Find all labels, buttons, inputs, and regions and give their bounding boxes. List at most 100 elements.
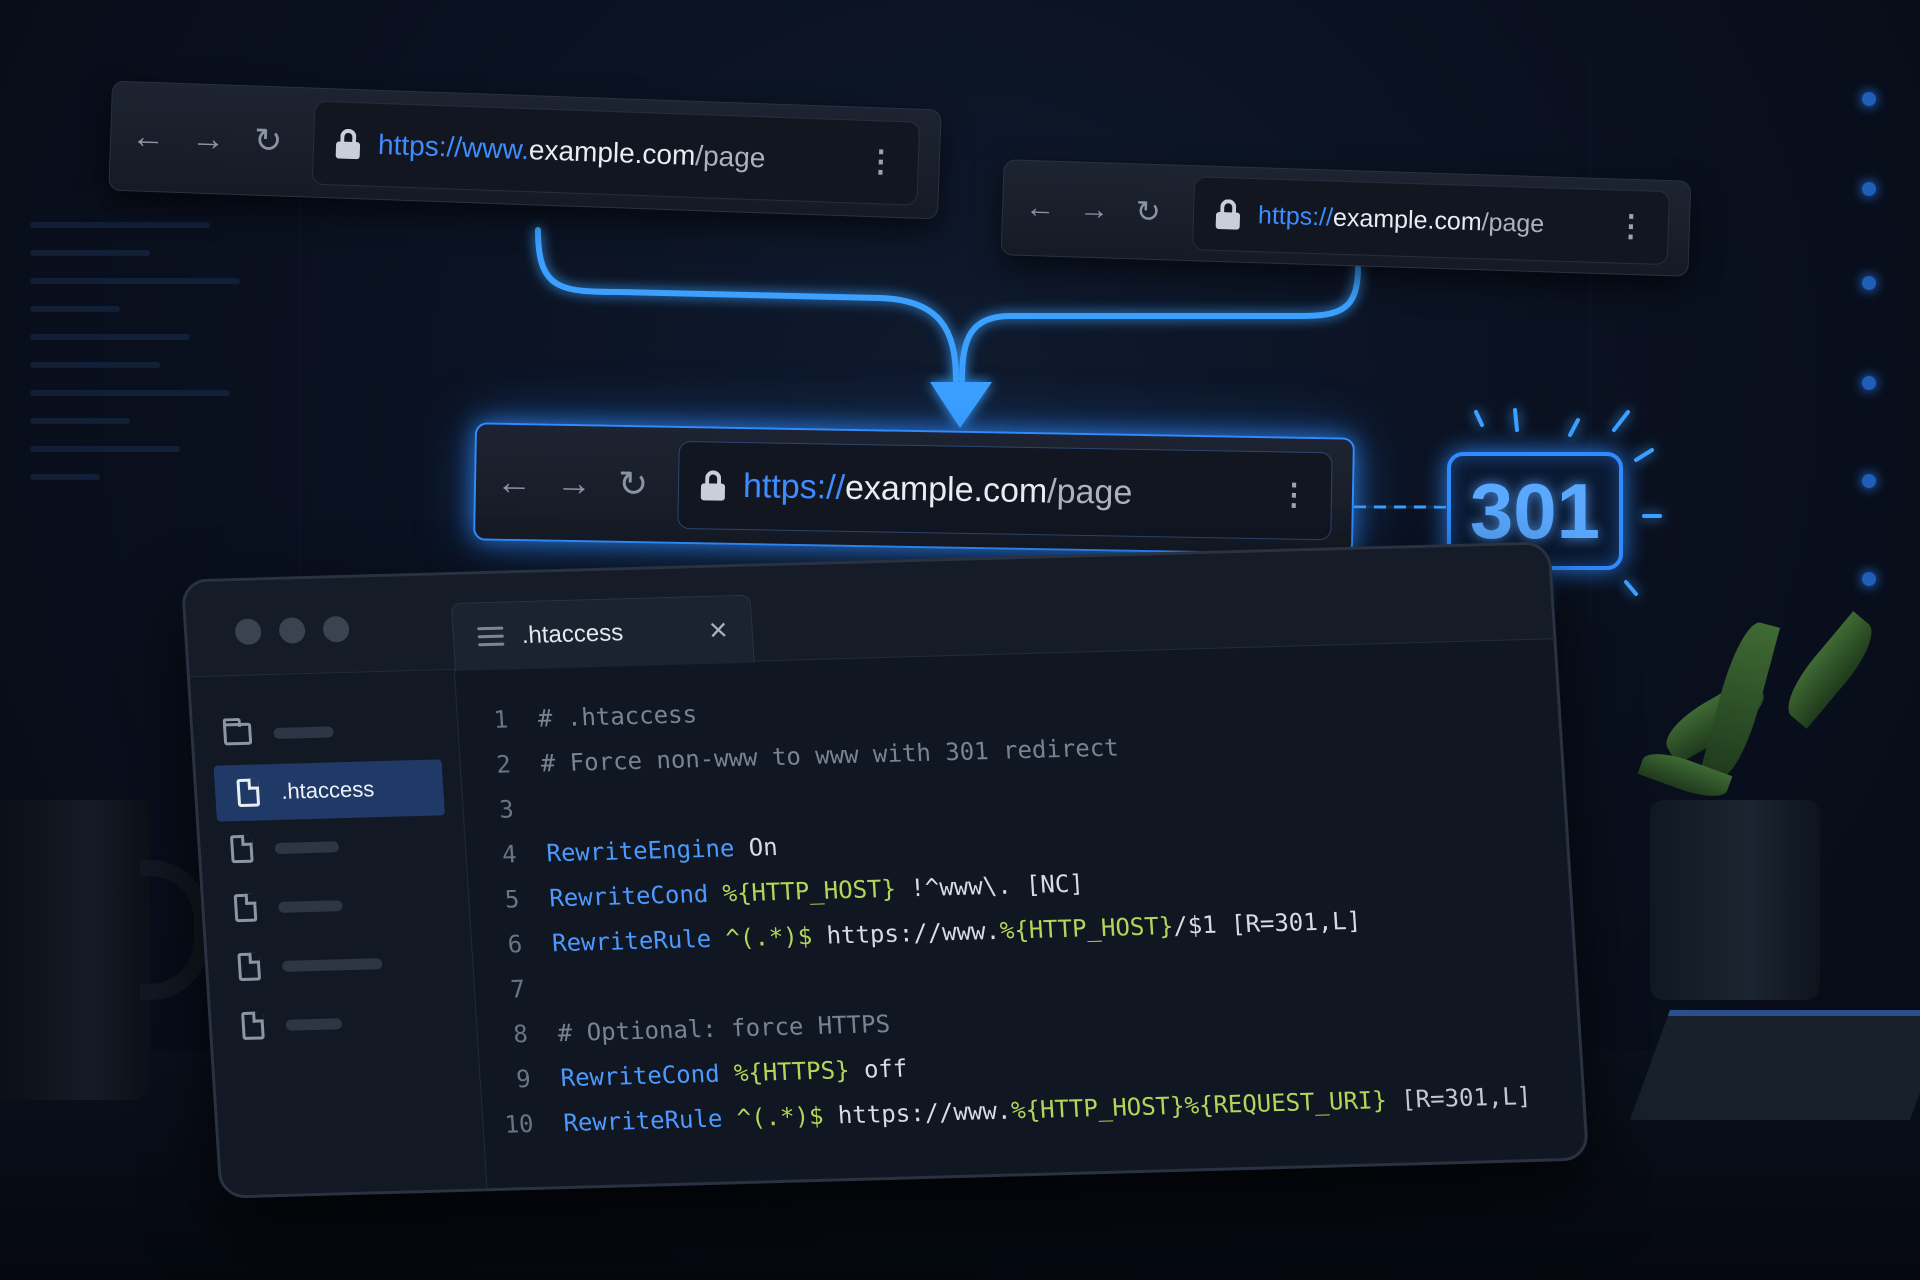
browser-bar-non-www: ← → ↻ https://example.com/page ⋮ xyxy=(1000,159,1692,277)
maximize-window-button[interactable] xyxy=(322,615,350,643)
close-window-button[interactable] xyxy=(234,618,262,646)
arrow-from-www xyxy=(535,227,959,383)
sidebar-item-htaccess[interactable]: .htaccess xyxy=(213,759,445,822)
background-code-panel xyxy=(0,200,300,640)
code-token-dir: RewriteCond xyxy=(559,1059,721,1092)
code-token-text: /$1 [R=301,L] xyxy=(1172,906,1362,940)
browser-bar-www: ← → ↻ https://www.example.com/page ⋮ xyxy=(108,80,942,220)
file-icon xyxy=(241,1011,265,1040)
code-token-comment: # Force non-www to www with 301 redirect xyxy=(539,732,1120,778)
line-number: 2 xyxy=(495,749,512,779)
code-token-comment: # .htaccess xyxy=(537,699,698,733)
back-icon[interactable]: ← xyxy=(131,117,166,157)
line-number: 5 xyxy=(503,884,521,914)
forward-icon[interactable]: → xyxy=(556,462,593,505)
line-number: 8 xyxy=(512,1019,529,1048)
line-text: RewriteEngine On xyxy=(546,833,779,867)
code-token-var: %{HTTP_HOST}%{REQUEST_URI} xyxy=(1010,1085,1388,1125)
glow-dot xyxy=(1862,92,1876,106)
more-icon[interactable]: ⋮ xyxy=(1615,209,1646,243)
glow-dot xyxy=(1862,276,1876,290)
glow-dot xyxy=(1862,376,1876,390)
line-text: # .htaccess xyxy=(537,700,698,732)
menu-icon xyxy=(477,622,505,652)
reload-icon[interactable]: ↻ xyxy=(250,120,285,161)
address-bar[interactable]: https://example.com/page ⋮ xyxy=(677,440,1333,541)
back-icon[interactable]: ← xyxy=(496,461,533,504)
arrow-from-non-www xyxy=(959,265,1361,383)
address-bar[interactable]: https://example.com/page ⋮ xyxy=(1191,176,1670,265)
line-text: # Optional: force HTTPS xyxy=(557,1009,891,1046)
placeholder-label xyxy=(274,840,340,854)
coffee-mug xyxy=(0,800,150,1100)
placeholder-label xyxy=(285,1017,343,1031)
code-token-var: %{HTTPS} xyxy=(718,1055,851,1088)
file-icon xyxy=(236,778,261,808)
code-token-dir: RewriteRule xyxy=(562,1104,724,1137)
tab-htaccess[interactable]: .htaccess × xyxy=(450,594,755,671)
back-icon[interactable]: ← xyxy=(1023,191,1058,226)
line-number: 10 xyxy=(503,1109,535,1139)
glow-dot xyxy=(1862,182,1876,196)
reload-icon[interactable]: ↻ xyxy=(616,463,651,506)
code-token-dir: RewriteRule xyxy=(551,924,712,957)
code-token-text: On xyxy=(733,832,779,862)
glow-dot xyxy=(1862,474,1876,488)
code-token-dir: RewriteCond xyxy=(548,879,710,912)
file-icon xyxy=(233,893,258,923)
code-token-text: https://www. xyxy=(822,1096,1013,1130)
placeholder-label xyxy=(281,957,383,972)
placeholder-label xyxy=(278,899,343,913)
code-area[interactable]: 1 # .htaccess 2 # Force non-www to www with… xyxy=(455,639,1586,1188)
sidebar-item-file[interactable] xyxy=(203,874,470,937)
code-token-var: ^(.*)$ xyxy=(721,1101,825,1133)
more-icon[interactable]: ⋮ xyxy=(865,145,896,179)
close-icon[interactable]: × xyxy=(708,611,729,648)
sidebar-item-file[interactable] xyxy=(210,992,477,1055)
arrow-head xyxy=(930,382,992,428)
background-grid xyxy=(1590,60,1890,620)
code-editor-window: .htaccess × .htaccess 1 # .htaccess 2 # … xyxy=(180,541,1590,1199)
more-icon[interactable]: ⋮ xyxy=(1279,478,1310,512)
code-token-comment: # Optional: force HTTPS xyxy=(556,1009,891,1047)
code-token-dir: RewriteEngine xyxy=(545,833,736,867)
code-token-text: off xyxy=(848,1053,909,1084)
code-token-text: https://www. xyxy=(811,916,1001,950)
minimize-window-button[interactable] xyxy=(278,617,306,644)
forward-icon[interactable]: → xyxy=(191,119,226,159)
line-text: RewriteCond %{HTTPS} off xyxy=(560,1054,908,1092)
tab-label: .htaccess xyxy=(520,618,624,649)
line-number: 6 xyxy=(506,929,524,959)
file-icon xyxy=(229,834,254,864)
code-token-flag: [R=301,L] xyxy=(1385,1081,1533,1114)
url-text: https://example.com/page xyxy=(1257,200,1545,238)
lock-icon xyxy=(700,470,726,501)
browser-bar-target: ← → ↻ https://example.com/page ⋮ xyxy=(473,422,1355,556)
plant-leaf xyxy=(1776,611,1884,729)
address-bar[interactable]: https://www.example.com/page ⋮ xyxy=(311,100,921,206)
sidebar-item-file[interactable] xyxy=(199,815,466,878)
sidebar-item-folder[interactable] xyxy=(192,700,459,763)
url-text: https://www.example.com/page xyxy=(377,128,766,174)
line-number: 1 xyxy=(492,704,509,734)
line-number: 4 xyxy=(501,839,518,869)
line-text: RewriteCond %{HTTP_HOST} !^www\. [NC] xyxy=(548,869,1084,912)
line-number: 3 xyxy=(498,794,515,824)
lock-icon xyxy=(1215,199,1241,230)
lock-icon xyxy=(335,128,361,160)
window-controls xyxy=(234,615,350,646)
reload-icon[interactable]: ↻ xyxy=(1131,194,1166,230)
code-token-var: %{HTTP_HOST} xyxy=(999,911,1175,945)
file-icon xyxy=(237,952,262,982)
folder-icon xyxy=(222,722,253,746)
plant-pot xyxy=(1650,800,1820,1000)
sidebar-item-label: .htaccess xyxy=(280,776,375,804)
scene: ← → ↻ https://www.example.com/page ⋮ ← →… xyxy=(0,0,1920,1280)
file-explorer: .htaccess xyxy=(189,669,488,1196)
forward-icon[interactable]: → xyxy=(1077,193,1112,228)
url-text: https://example.com/page xyxy=(742,466,1133,512)
line-text: # Force non-www to www with 301 redirect xyxy=(540,733,1120,777)
line-number: 9 xyxy=(515,1064,532,1093)
line-number: 7 xyxy=(509,974,526,1003)
sidebar-item-file[interactable] xyxy=(206,933,473,996)
